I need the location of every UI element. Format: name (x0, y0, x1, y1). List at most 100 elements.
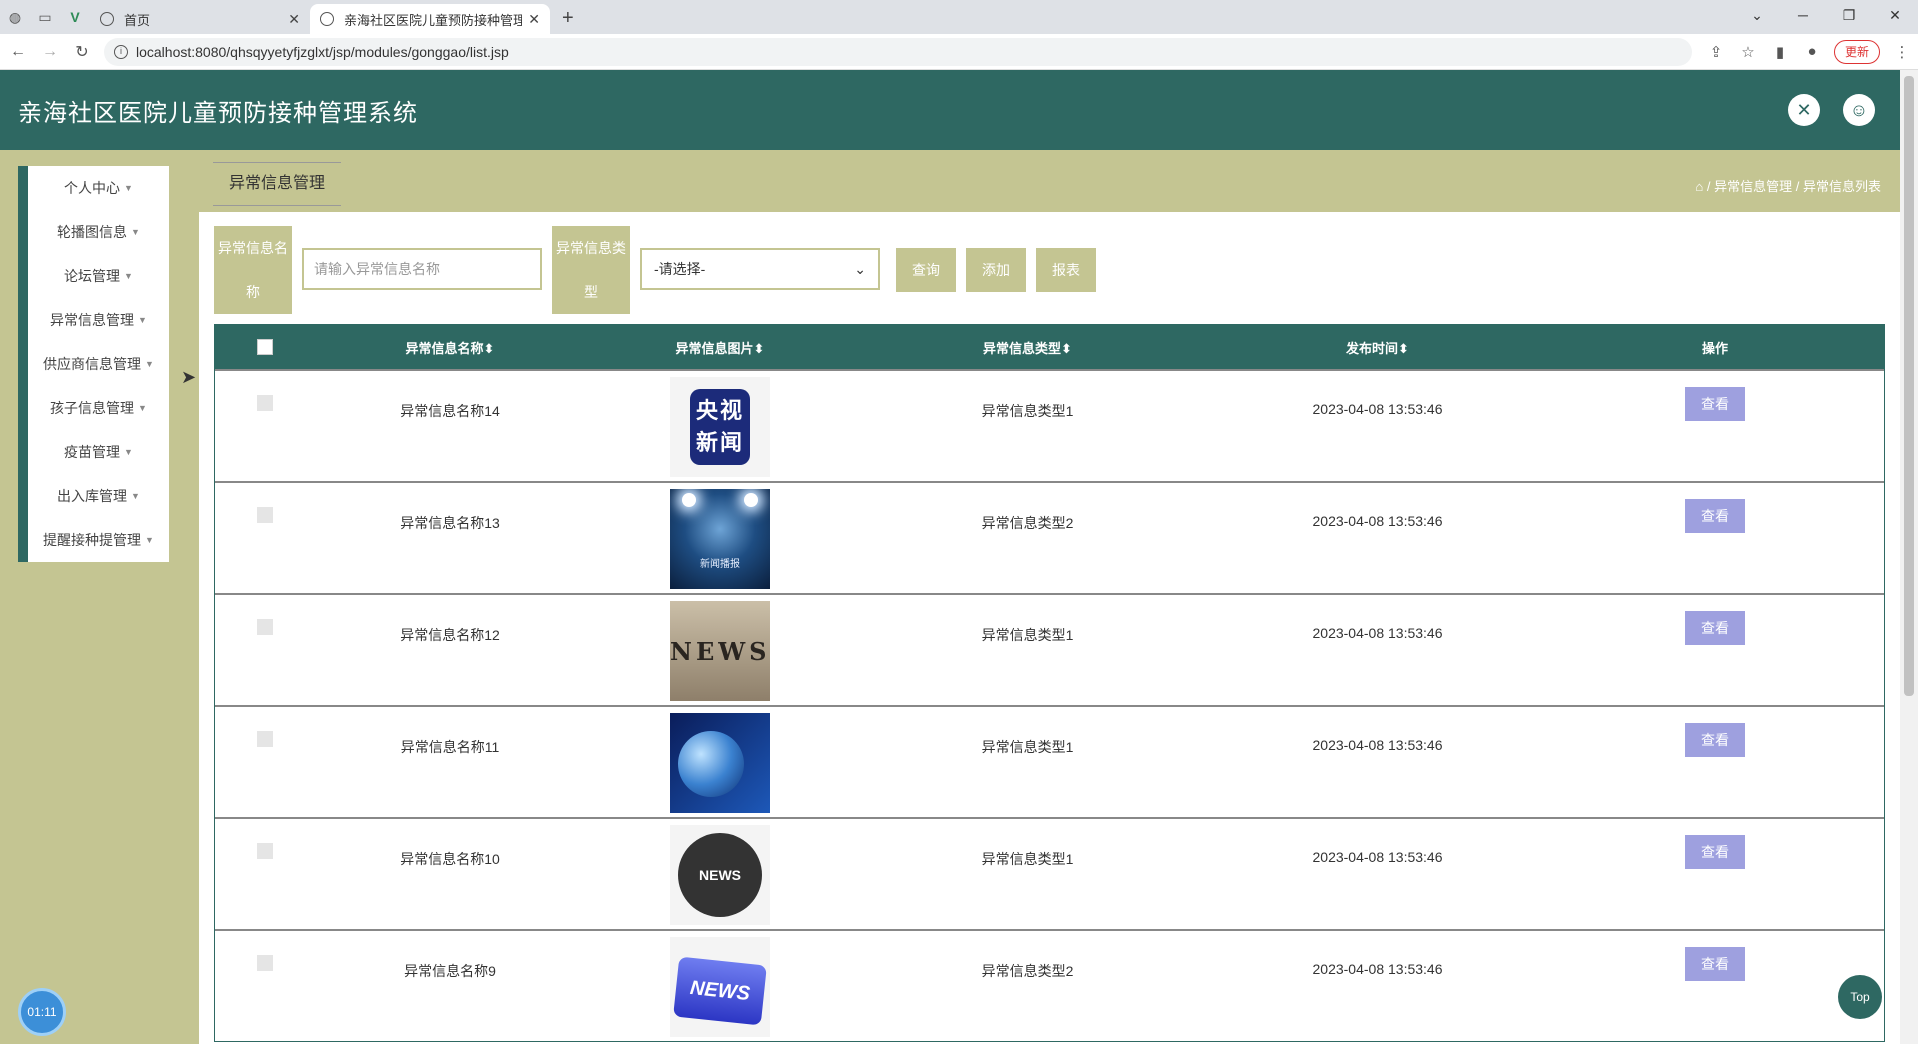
close-window-icon[interactable]: ✕ (1872, 0, 1918, 30)
add-button[interactable]: 添加 (966, 248, 1026, 292)
caret-down-icon: ▼ (124, 271, 133, 281)
timer-badge[interactable]: 01:11 (18, 988, 66, 1036)
restore-icon[interactable]: ❐ (1826, 0, 1872, 30)
column-header-image[interactable]: 异常信息图片⬍ (585, 338, 855, 357)
tab-search-icon[interactable]: ⌄ (1734, 0, 1780, 30)
reload-icon[interactable]: ↻ (68, 42, 96, 62)
cell-type: 异常信息类型1 (981, 403, 1074, 419)
caret-down-icon: ▼ (145, 535, 154, 545)
info-icon[interactable]: i (114, 44, 128, 59)
sidebar-item-label: 论坛管理 (64, 268, 121, 284)
view-button[interactable]: 查看 (1685, 947, 1745, 981)
view-button[interactable]: 查看 (1685, 835, 1745, 869)
row-checkbox[interactable] (257, 507, 273, 523)
share-icon[interactable]: ⇪ (1700, 43, 1732, 61)
url-field[interactable]: i localhost:8080/qhsqyyetyfjzglxt/jsp/mo… (104, 37, 1692, 66)
sidebar-item-vaccine[interactable]: 疫苗管理 ▼ (28, 430, 169, 474)
pinned-tab-icon[interactable]: V (60, 0, 90, 34)
cell-time: 2023-04-08 13:53:46 (1312, 737, 1443, 753)
cell-time: 2023-04-08 13:53:46 (1312, 625, 1443, 641)
user-icon[interactable]: ☺ (1843, 94, 1875, 126)
profile-icon[interactable]: ● (1796, 43, 1828, 60)
browser-tab-active[interactable]: 亲海社区医院儿童预防接种管理系 ✕ (310, 4, 550, 34)
name-search-input[interactable]: 请输入异常信息名称 (302, 248, 542, 290)
table-header: 异常信息名称⬍ 异常信息图片⬍ 异常信息类型⬍ 发布时间⬍ 操作 (215, 325, 1884, 369)
minimize-icon[interactable]: ─ (1780, 0, 1826, 30)
news-key-shape: NEWS (673, 956, 767, 1026)
page-scrollbar[interactable] (1900, 70, 1918, 1044)
row-image-globe (670, 713, 770, 813)
table-row: 异常信息名称10 NEWS 异常信息类型1 2023-04-08 13:53:4… (215, 817, 1884, 929)
column-header-time[interactable]: 发布时间⬍ (1200, 338, 1555, 357)
view-button[interactable]: 查看 (1685, 499, 1745, 533)
page-title: 异常信息管理 (213, 162, 342, 206)
sidebar-item-personal[interactable]: 个人中心 ▼ (28, 166, 169, 210)
sidebar-item-child[interactable]: 孩子信息管理 ▼ (28, 386, 169, 430)
cell-name: 异常信息名称13 (400, 515, 500, 531)
new-tab-button[interactable]: + (562, 4, 574, 34)
cell-type: 异常信息类型2 (981, 515, 1074, 531)
row-checkbox[interactable] (257, 395, 273, 411)
sidebar-item-forum[interactable]: 论坛管理 ▼ (28, 254, 169, 298)
menu-icon[interactable]: ⋮ (1886, 43, 1918, 61)
address-bar: ← → ↻ i localhost:8080/qhsqyyetyfjzglxt/… (0, 34, 1918, 70)
column-header-actions: 操作 (1555, 338, 1875, 357)
breadcrumb-separator: / (1795, 179, 1800, 194)
fullscreen-icon[interactable]: ✕ (1788, 94, 1820, 126)
row-checkbox[interactable] (257, 619, 273, 635)
back-to-top-button[interactable]: Top (1838, 975, 1882, 1019)
scrollbar-thumb[interactable] (1904, 76, 1914, 696)
row-checkbox[interactable] (257, 731, 273, 747)
cell-name: 异常信息名称12 (400, 627, 500, 643)
sidebar: 个人中心 ▼ 轮播图信息 ▼ 论坛管理 ▼ 异常信息管理 ▼ 供应商信息管理 ▼ 孩子信息… (18, 166, 169, 562)
header-label: 异常信息名称 (405, 340, 484, 356)
close-icon[interactable]: ✕ (528, 11, 540, 28)
column-header-name[interactable]: 异常信息名称⬍ (315, 338, 585, 357)
view-button[interactable]: 查看 (1685, 387, 1745, 421)
caret-down-icon: ▼ (131, 227, 140, 237)
sidebar-item-anomaly[interactable]: 异常信息管理 ▼ (28, 298, 169, 342)
close-icon[interactable]: ✕ (288, 11, 300, 28)
forward-icon[interactable]: → (36, 43, 64, 61)
cell-time: 2023-04-08 13:53:46 (1312, 961, 1443, 977)
sidepanel-icon[interactable]: ▮ (1764, 43, 1796, 61)
caret-down-icon: ▼ (124, 183, 133, 193)
window-controls: ⌄ ─ ❐ ✕ (1734, 0, 1918, 30)
spotlight-shape (744, 493, 758, 507)
view-button[interactable]: 查看 (1685, 611, 1745, 645)
sidebar-item-reminder[interactable]: 提醒接种提管理 ▼ (28, 518, 169, 562)
pinned-tab-icon[interactable]: ◍ (0, 0, 30, 34)
cell-name: 异常信息名称10 (400, 851, 500, 867)
stage-text: 新闻播报 (700, 559, 740, 570)
main-panel: 异常信息名称 请输入异常信息名称 异常信息类型 -请选择- ⌄ 查询 添加 报表… (199, 212, 1900, 1044)
breadcrumb-level2: 异常信息列表 (1802, 179, 1881, 194)
type-select[interactable]: -请选择- ⌄ (640, 248, 880, 290)
query-button[interactable]: 查询 (896, 248, 956, 292)
news-text: NEWS (670, 637, 770, 666)
breadcrumb-bar: 异常信息管理 ⌂ / 异常信息管理 / 异常信息列表 (213, 162, 1881, 206)
breadcrumb-level1[interactable]: 异常信息管理 (1714, 179, 1792, 194)
update-button[interactable]: 更新 (1833, 39, 1880, 64)
caret-down-icon: ▼ (131, 491, 140, 501)
row-image-news-badge: NEWS (670, 825, 770, 925)
back-icon[interactable]: ← (4, 43, 32, 61)
report-button[interactable]: 报表 (1036, 248, 1096, 292)
pinned-tab-icon[interactable]: ▭ (30, 0, 60, 34)
row-checkbox[interactable] (257, 955, 273, 971)
view-button[interactable]: 查看 (1685, 723, 1745, 757)
sidebar-item-carousel[interactable]: 轮播图信息 ▼ (28, 210, 169, 254)
sidebar-item-supplier[interactable]: 供应商信息管理 ▼ (28, 342, 169, 386)
sort-icon: ⬍ (483, 340, 495, 356)
sidebar-item-inventory[interactable]: 出入库管理 ▼ (28, 474, 169, 518)
caret-down-icon: ▼ (124, 447, 133, 457)
column-header-type[interactable]: 异常信息类型⬍ (855, 338, 1200, 357)
sidebar-item-label: 疫苗管理 (64, 444, 121, 460)
home-icon[interactable]: ⌂ (1695, 179, 1703, 194)
row-checkbox[interactable] (257, 843, 273, 859)
star-icon[interactable]: ☆ (1732, 43, 1764, 61)
browser-tab-home[interactable]: 首页 ✕ (90, 4, 310, 34)
sidebar-item-label: 轮播图信息 (57, 224, 128, 240)
select-all-checkbox[interactable] (257, 339, 273, 355)
cell-type: 异常信息类型1 (981, 739, 1074, 755)
app-header: 亲海社区医院儿童预防接种管理系统 ✕ ☺ (0, 70, 1900, 150)
